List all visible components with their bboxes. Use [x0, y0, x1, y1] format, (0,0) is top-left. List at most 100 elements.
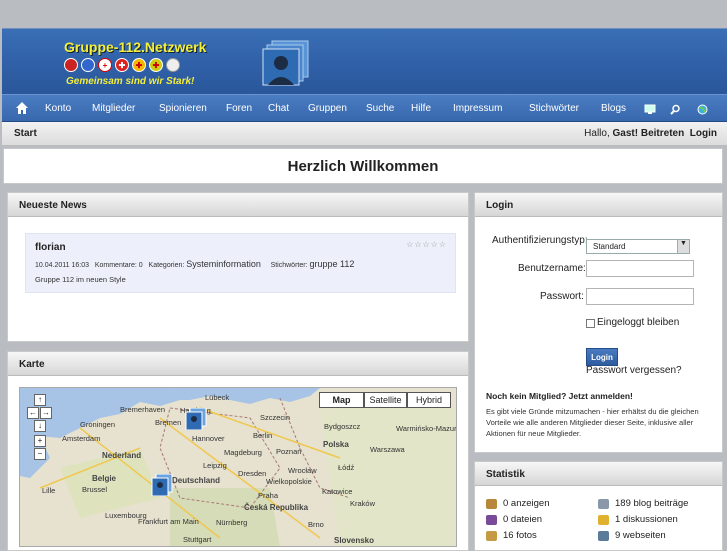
- red-cross-icon: +: [98, 58, 112, 72]
- username-label: Benutzername:: [518, 263, 586, 274]
- remember-label[interactable]: Eingeloggt bleiben: [597, 317, 679, 328]
- stats-panel: Statistik 0 anzeigen 189 blog beiträge 0…: [474, 461, 723, 551]
- map-view[interactable]: Lübeck Bremerhaven Hamburg Szczecin Brem…: [19, 387, 457, 547]
- files-icon: [486, 515, 497, 525]
- map-type-hybrid[interactable]: Hybrid: [407, 392, 451, 408]
- map-city: Poznań: [276, 447, 302, 456]
- user-greeting: Hallo, Gast! Beitreten Login: [584, 128, 717, 139]
- rating-stars[interactable]: ☆☆☆☆☆: [406, 240, 447, 249]
- map-city: Warszawa: [370, 445, 405, 454]
- map-city: Frankfurt am Main: [138, 517, 199, 526]
- map-city: Berlin: [253, 431, 273, 440]
- pan-down-icon[interactable]: ↓: [34, 420, 46, 432]
- logo-title[interactable]: Gruppe-112.Netzwerk: [64, 39, 206, 55]
- monitor-icon[interactable]: [644, 104, 656, 115]
- map-city: Nürnberg: [216, 518, 248, 527]
- login-title: Login: [475, 193, 722, 217]
- login-panel: Login Authentifizierungstyp: Standard ▼ B…: [474, 192, 723, 453]
- news-item: florian ☆☆☆☆☆ 10.04.2011 16:03 Kommentar…: [25, 233, 456, 293]
- map-city: Amsterdam: [62, 434, 101, 443]
- auth-type-select[interactable]: Standard ▼: [586, 239, 690, 254]
- nav-hilfe[interactable]: Hilfe: [411, 103, 431, 114]
- stat-blog[interactable]: 189 blog beiträge: [615, 498, 688, 509]
- nav-spionieren[interactable]: Spionieren: [159, 103, 207, 114]
- news-body[interactable]: Gruppe 112 im neuen Style: [35, 275, 126, 284]
- map-city: Łódź: [338, 463, 355, 472]
- blog-icon: [598, 499, 609, 509]
- nav-gruppen[interactable]: Gruppen: [308, 103, 347, 114]
- news-tag-label: Stichwörter:: [270, 262, 308, 269]
- pan-left-icon[interactable]: ←: [27, 407, 39, 419]
- welcome-banner: Herzlich Willkommen: [3, 148, 723, 184]
- map-city: Warmińsko-Mazurskie: [396, 424, 457, 433]
- nav-foren[interactable]: Foren: [226, 103, 252, 114]
- nav-konto[interactable]: Konto: [45, 103, 71, 114]
- map-city: Brno: [308, 520, 324, 529]
- breadcrumb-start[interactable]: Start: [14, 128, 37, 139]
- pan-right-icon[interactable]: →: [40, 407, 52, 419]
- stat-photos[interactable]: 16 fotos: [503, 530, 537, 541]
- nav-stichwoerter[interactable]: Stichwörter: [529, 103, 579, 114]
- map-country: Nederland: [102, 451, 142, 460]
- map-city: Hannover: [192, 434, 225, 443]
- signup-heading[interactable]: Noch kein Mitglied? Jetzt anmelden!: [486, 391, 633, 401]
- map-type-satellite[interactable]: Satellite: [364, 392, 407, 408]
- pan-up-icon[interactable]: ↑: [34, 394, 46, 406]
- stats-title: Statistik: [475, 462, 722, 486]
- globe-icon[interactable]: [697, 104, 708, 115]
- news-comments[interactable]: Kommentare: 0: [95, 262, 143, 269]
- map-city: Groningen: [80, 420, 116, 429]
- stat-websites[interactable]: 9 webseiten: [615, 530, 666, 541]
- map-marker-icon[interactable]: [150, 474, 174, 496]
- password-input[interactable]: [586, 288, 694, 305]
- stat-files[interactable]: 0 dateien: [503, 514, 542, 525]
- news-date: 10.04.2011 16:03: [35, 262, 89, 269]
- map-city: Stuttgart: [183, 535, 212, 544]
- login-button[interactable]: Login: [586, 348, 618, 366]
- map-marker-icon[interactable]: [184, 408, 208, 430]
- breadcrumb-bar: Start Hallo, Gast! Beitreten Login: [2, 122, 727, 146]
- map-city: Wrocław: [288, 466, 317, 475]
- map-city: Wielkopolskie: [266, 477, 312, 486]
- map-panel: Karte Lübeck Bremerhaven Hamburg Szczeci…: [7, 351, 469, 551]
- nav-blogs[interactable]: Blogs: [601, 103, 626, 114]
- zoom-in-icon[interactable]: +: [34, 435, 46, 447]
- search-icon[interactable]: [670, 104, 681, 115]
- nav-mitglieder[interactable]: Mitglieder: [92, 103, 135, 114]
- nav-chat[interactable]: Chat: [268, 103, 289, 114]
- websites-icon: [598, 531, 609, 541]
- map-city: Lille: [42, 486, 56, 495]
- johanniter-icon: ✚: [115, 58, 129, 72]
- news-panel: Neueste News florian ☆☆☆☆☆ 10.04.2011 16…: [7, 192, 469, 342]
- news-tag[interactable]: gruppe 112: [309, 259, 354, 269]
- chevron-down-icon[interactable]: ▼: [677, 240, 689, 253]
- map-city: Dresden: [238, 469, 267, 478]
- logo-badges: + ✚ ✚ ✚: [64, 58, 180, 72]
- stat-discussions[interactable]: 1 diskussionen: [615, 514, 678, 525]
- remember-checkbox[interactable]: [586, 319, 595, 328]
- map-title: Karte: [8, 352, 468, 376]
- map-city: Bydgoszcz: [324, 422, 361, 431]
- forgot-password-link[interactable]: Passwort vergessen?: [586, 365, 682, 376]
- zoom-out-icon[interactable]: −: [34, 448, 46, 460]
- auth-type-value: Standard: [593, 242, 626, 251]
- username-input[interactable]: [586, 260, 694, 277]
- map-country: Česká Republika: [244, 503, 309, 512]
- news-author[interactable]: florian: [35, 242, 66, 253]
- home-icon[interactable]: [15, 101, 29, 115]
- map-country: Polska: [323, 440, 349, 449]
- map-city: Bremerhaven: [120, 405, 166, 414]
- auth-type-label: Authentifizierungstyp:: [492, 235, 588, 246]
- map-type-map[interactable]: Map: [319, 392, 364, 408]
- join-link[interactable]: Beitreten: [641, 128, 684, 139]
- login-link[interactable]: Login: [690, 128, 717, 139]
- fire-badge-icon: [64, 58, 78, 72]
- news-category[interactable]: Systeminformation: [186, 259, 261, 269]
- classifieds-icon: [486, 499, 497, 509]
- stat-classifieds[interactable]: 0 anzeigen: [503, 498, 549, 509]
- signup-text: Es gibt viele Gründe mitzumachen - hier …: [486, 407, 699, 438]
- nav-impressum[interactable]: Impressum: [453, 103, 502, 114]
- nav-suche[interactable]: Suche: [366, 103, 394, 114]
- welcome-title: Herzlich Willkommen: [287, 158, 439, 175]
- map-city: Bremen: [155, 418, 182, 427]
